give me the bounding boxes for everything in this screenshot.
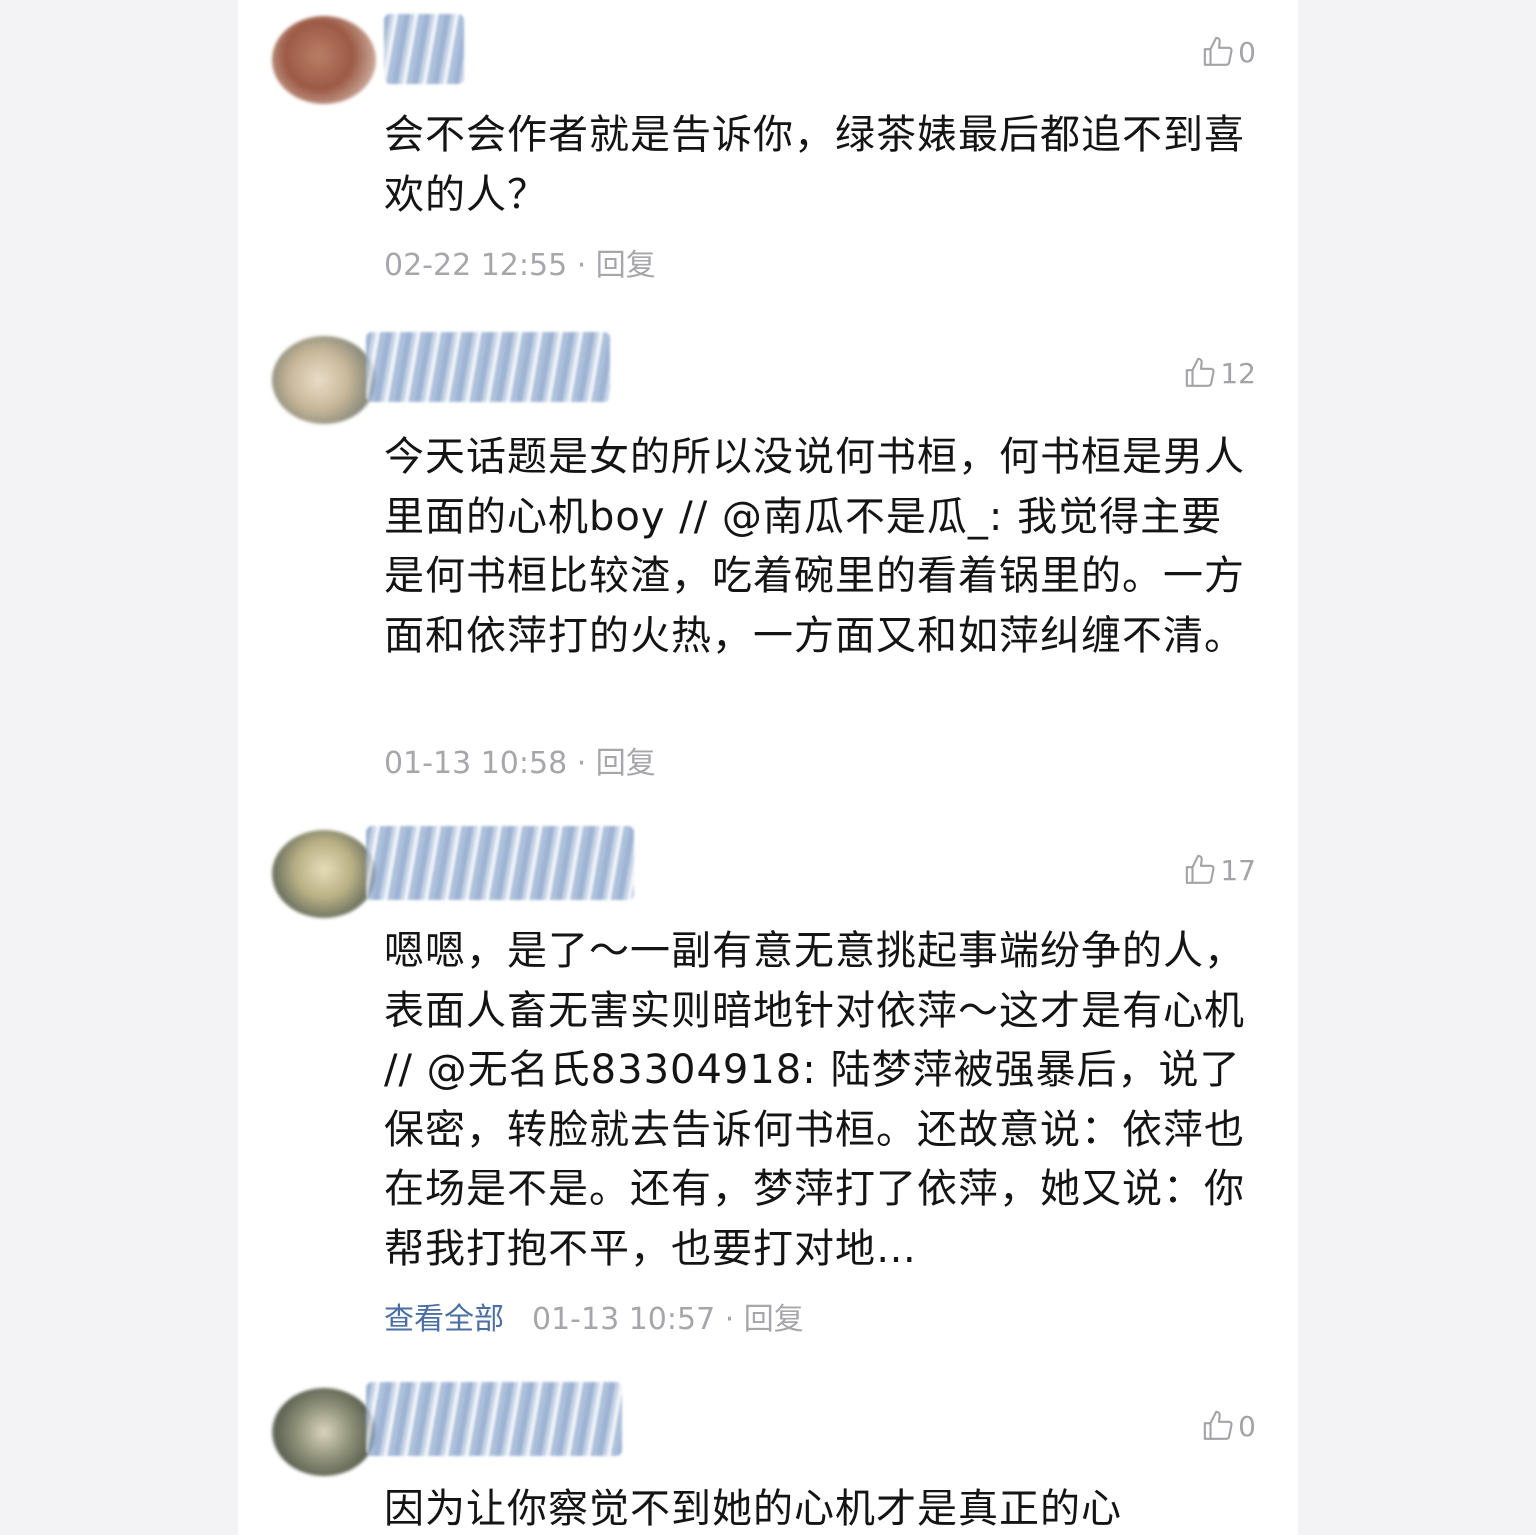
comment-item: 17 嗯嗯，是了～一副有意无意挑起事端纷争的人，表面人畜无害实则暗地针对依萍～这… (238, 816, 1298, 1356)
timestamp: 01-13 10:57 (532, 1302, 716, 1337)
username[interactable] (366, 826, 634, 900)
thumbs-up-icon (1186, 357, 1215, 387)
username[interactable] (384, 14, 464, 84)
thumbs-up-icon (1203, 1410, 1233, 1440)
like-button[interactable]: 12 (1184, 355, 1256, 391)
comment-item: 0 会不会作者就是告诉你，绿茶婊最后都追不到喜欢的人？ 02-22 12:55 … (238, 0, 1298, 300)
comment-meta: 02-22 12:55 · 回复 (384, 240, 656, 284)
like-count: 12 (1220, 356, 1256, 390)
separator: · (567, 248, 596, 283)
comment-item: 12 今天话题是女的所以没说何书桓，何书桓是男人里面的心机boy // @南瓜不… (238, 320, 1298, 790)
comment-meta: 查看全部 01-13 10:57 · 回复 (384, 1294, 804, 1338)
comment-text: 今天话题是女的所以没说何书桓，何书桓是男人里面的心机boy // @南瓜不是瓜_… (384, 434, 1245, 659)
username[interactable] (366, 332, 610, 402)
timestamp: 01-13 10:58 (384, 746, 568, 781)
username[interactable] (366, 1382, 622, 1456)
comment-item: 0 因为让你察觉不到她的心机才是真正的心 (238, 1372, 1298, 1535)
comment-text: 因为让你察觉不到她的心机才是真正的心 (384, 1486, 1122, 1532)
thumbs-up-icon (1186, 854, 1215, 884)
like-button[interactable]: 17 (1184, 852, 1256, 888)
like-count: 0 (1238, 1409, 1256, 1443)
view-all-link[interactable]: 查看全部 (384, 1302, 504, 1337)
timestamp: 02-22 12:55 (384, 248, 568, 283)
comment-text: 嗯嗯，是了～一副有意无意挑起事端纷争的人，表面人畜无害实则暗地针对依萍～这才是有… (384, 928, 1245, 1272)
thumbs-up-icon (1203, 36, 1233, 66)
reply-button[interactable]: 回复 (744, 1302, 804, 1337)
like-count: 17 (1220, 853, 1256, 887)
comment-text: 会不会作者就是告诉你，绿茶婊最后都追不到喜欢的人？ (384, 112, 1245, 218)
avatar[interactable] (272, 1388, 376, 1476)
like-button[interactable]: 0 (1202, 1408, 1256, 1444)
avatar[interactable] (272, 336, 376, 424)
avatar[interactable] (272, 16, 376, 104)
comment-meta: 01-13 10:58 · 回复 (384, 738, 656, 782)
like-count: 0 (1238, 35, 1256, 69)
reply-button[interactable]: 回复 (596, 248, 656, 283)
avatar[interactable] (272, 830, 376, 918)
comment-list: 0 会不会作者就是告诉你，绿茶婊最后都追不到喜欢的人？ 02-22 12:55 … (238, 0, 1298, 1535)
reply-button[interactable]: 回复 (596, 746, 656, 781)
like-button[interactable]: 0 (1202, 34, 1256, 70)
separator: · (715, 1302, 744, 1337)
separator: · (567, 746, 596, 781)
